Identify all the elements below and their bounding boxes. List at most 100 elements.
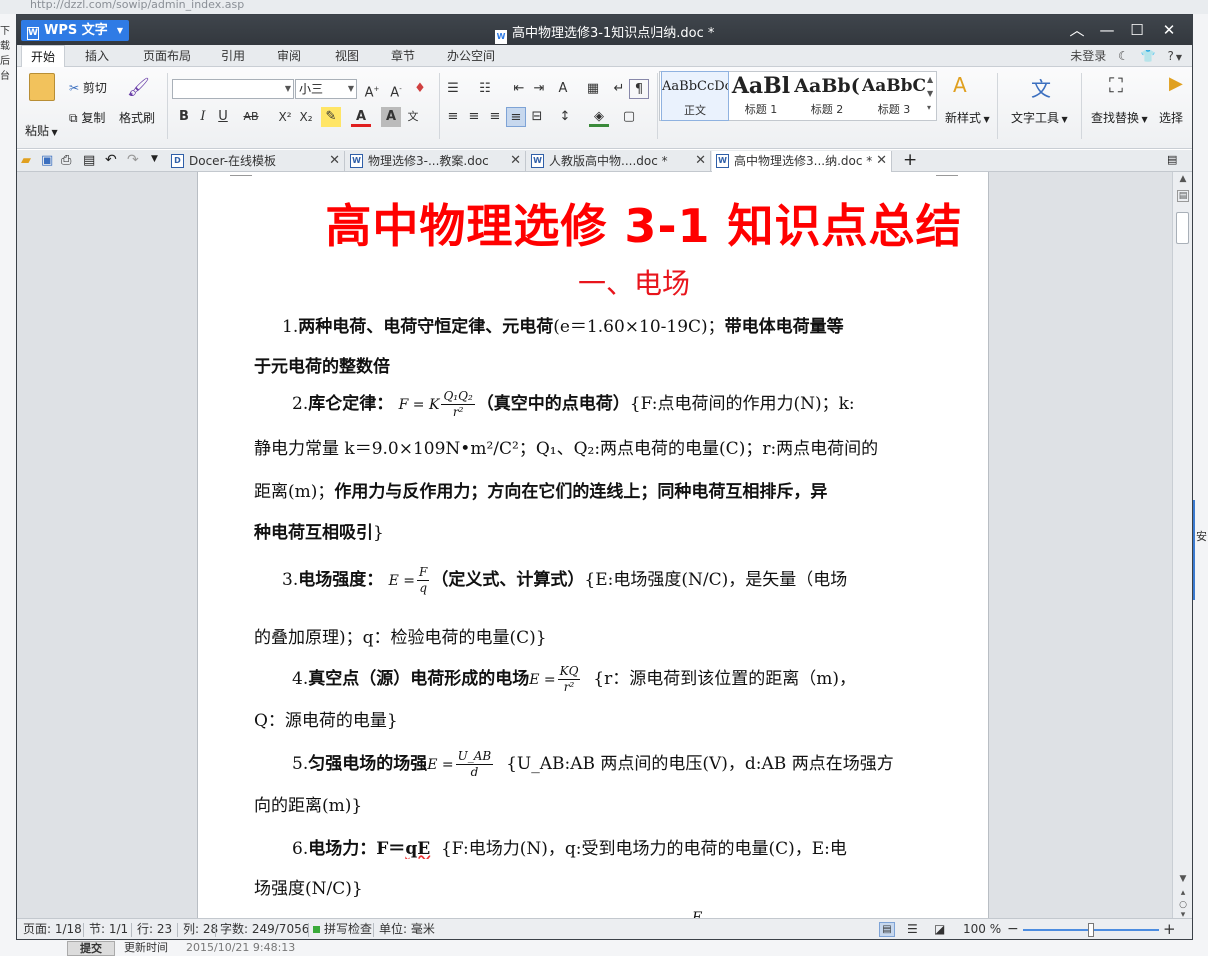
redo-icon[interactable]: ↷ (127, 152, 139, 168)
zoom-slider-handle[interactable] (1088, 923, 1094, 937)
cut-button[interactable]: ✂ 剪切 (69, 79, 107, 96)
shirt-icon[interactable]: 👕 (1141, 49, 1156, 63)
table-icon[interactable]: ▦ (583, 79, 603, 99)
tab-docer-templates[interactable]: D Docer-在线模板 ✕ (167, 151, 345, 172)
superscript-icon[interactable]: X² (275, 107, 295, 127)
tab-document-3[interactable]: W 人教版高中物....doc * ✕ (527, 151, 711, 172)
scroll-up-icon[interactable]: ▲ (1177, 174, 1189, 184)
status-word-count[interactable]: 字数: 249/7056 (220, 919, 309, 939)
decrease-indent-icon[interactable]: ⇤ (509, 79, 529, 99)
browse-object-icon[interactable]: ○ (1177, 900, 1189, 910)
brush-icon[interactable]: 🖌 (127, 77, 150, 99)
subscript-icon[interactable]: X₂ (296, 107, 316, 127)
tab-list-icon[interactable]: ▤ (1167, 153, 1177, 166)
distribute-icon[interactable]: ⊟ (527, 107, 547, 127)
open-folder-icon[interactable]: ▰ (21, 153, 31, 168)
new-style-button[interactable]: 新样式 ▼ (945, 109, 990, 126)
bg-submit-button[interactable]: 提交 (67, 941, 115, 956)
previous-page-icon[interactable]: ▴ (1177, 888, 1189, 898)
justify-icon[interactable]: ≡ (506, 107, 526, 127)
copy-button[interactable]: ⧉ 复制 (69, 109, 105, 126)
find-replace-button[interactable]: 查找替换 ▼ (1091, 109, 1148, 126)
tab-page-layout[interactable]: 页面布局 (135, 45, 199, 67)
line-spacing-icon[interactable]: ↕ (555, 107, 575, 127)
tab-home[interactable]: 开始 (21, 45, 65, 67)
zoom-in-icon[interactable]: + (1163, 919, 1176, 939)
scroll-down-icon[interactable]: ▼ (1177, 874, 1189, 884)
paste-icon[interactable] (29, 73, 55, 101)
style-heading-2[interactable]: AaBb( 标题 2 (793, 71, 861, 121)
new-style-icon[interactable]: A (953, 73, 967, 97)
align-right-icon[interactable]: ≡ (485, 107, 505, 127)
style-normal[interactable]: AaBbCcDc 正文 (661, 71, 729, 121)
tab-chapter[interactable]: 章节 (383, 45, 423, 67)
tab-review[interactable]: 审阅 (269, 45, 309, 67)
numbered-list-icon[interactable]: ☷ (475, 79, 495, 99)
binoculars-icon[interactable]: ⛶ (1109, 73, 1123, 97)
vertical-scrollbar[interactable]: ▲ ▤ ▼ ▴ ○ ▾ (1172, 172, 1192, 920)
clear-format-icon[interactable]: ♦ (410, 79, 430, 99)
zoom-out-icon[interactable]: − (1007, 919, 1019, 939)
help-button[interactable]: ? (1167, 49, 1173, 63)
bold-icon[interactable]: B (174, 107, 194, 127)
skin-icon[interactable]: ☾ (1118, 49, 1129, 63)
close-icon[interactable]: ✕ (329, 151, 340, 171)
login-status[interactable]: 未登录 (1070, 49, 1106, 63)
status-page[interactable]: 页面: 1/18 (23, 919, 82, 939)
new-tab-icon[interactable]: + (903, 150, 917, 170)
minimize-button[interactable]: — (1098, 21, 1116, 39)
paragraph-shading-icon[interactable]: ◈ (589, 107, 609, 127)
text-tools-icon[interactable]: 文 (1031, 73, 1051, 102)
font-size-combo[interactable]: 小三 ▼ (295, 79, 357, 99)
paste-button[interactable]: 粘贴 ▼ (25, 122, 58, 139)
paragraph-mark-icon[interactable]: ↵ (609, 79, 629, 99)
increase-indent-icon[interactable]: ⇥ (529, 79, 549, 99)
phonetic-icon[interactable]: 文 (403, 107, 423, 127)
web-view-icon[interactable]: ◪ (934, 919, 945, 939)
app-menu-button[interactable]: W WPS 文字 ▼ (21, 20, 129, 41)
spellcheck-toggle[interactable]: 拼写检查 (313, 919, 372, 939)
close-icon[interactable]: ✕ (695, 151, 706, 171)
select-button[interactable]: 选择 (1159, 109, 1183, 126)
undo-icon[interactable]: ↶ (105, 152, 117, 168)
tab-document-2[interactable]: W 物理选修3-...教案.doc ✕ (346, 151, 526, 172)
close-icon[interactable]: ✕ (510, 151, 521, 171)
quick-access-dropdown-icon[interactable]: ▼ (151, 154, 158, 164)
highlight-icon[interactable]: ✎ (321, 107, 341, 127)
ruler-toggle-icon[interactable]: ▤ (1177, 190, 1189, 202)
select-icon[interactable]: ▶ (1169, 73, 1183, 94)
close-button[interactable]: ✕ (1160, 21, 1178, 39)
underline-icon[interactable]: U (213, 107, 233, 127)
align-center-icon[interactable]: ≡ (464, 107, 484, 127)
strikethrough-icon[interactable]: AB (241, 107, 261, 127)
gallery-scroll-icon[interactable]: ▲ ▼ ▾ (927, 73, 933, 115)
tab-document-active[interactable]: W 高中物理选修3...纳.doc * ✕ (712, 151, 892, 172)
italic-icon[interactable]: I (193, 107, 213, 127)
tab-view[interactable]: 视图 (327, 45, 367, 67)
status-unit[interactable]: 单位: 毫米 (379, 919, 435, 939)
save-icon[interactable]: ▣ (41, 153, 53, 168)
border-icon[interactable]: ▢ (619, 107, 639, 127)
outline-view-icon[interactable]: ☰ (907, 919, 918, 939)
show-hide-icon[interactable]: ¶ (629, 79, 649, 99)
font-color-icon[interactable]: A (351, 107, 371, 127)
page-view-icon[interactable]: ▤ (879, 922, 895, 937)
tab-office-space[interactable]: 办公空间 (437, 45, 505, 67)
maximize-button[interactable]: ☐ (1128, 21, 1146, 39)
format-painter-button[interactable]: 格式刷 (119, 109, 155, 126)
tab-insert[interactable]: 插入 (75, 45, 119, 67)
text-direction-icon[interactable]: A (553, 79, 573, 99)
shrink-font-icon[interactable]: A- (386, 79, 406, 100)
align-left-icon[interactable]: ≡ (443, 107, 463, 127)
close-icon[interactable]: ✕ (876, 151, 887, 171)
tab-references[interactable]: 引用 (213, 45, 253, 67)
style-heading-1[interactable]: AaBl 标题 1 (730, 71, 792, 121)
style-heading-3[interactable]: AaBbC 标题 3 (862, 71, 926, 121)
scrollbar-thumb[interactable] (1176, 212, 1189, 244)
collapse-ribbon-button[interactable]: ︿ (1068, 21, 1086, 39)
zoom-value[interactable]: 100 % (963, 919, 1001, 939)
char-shading-icon[interactable]: A (381, 107, 401, 127)
print-icon[interactable]: ⎙ (61, 153, 71, 168)
text-tools-button[interactable]: 文字工具 ▼ (1011, 109, 1068, 126)
document-page[interactable]: 高中物理选修 3-1 知识点总结 一、电场 1.两种电荷、电荷守恒定律、元电荷(… (197, 172, 989, 918)
